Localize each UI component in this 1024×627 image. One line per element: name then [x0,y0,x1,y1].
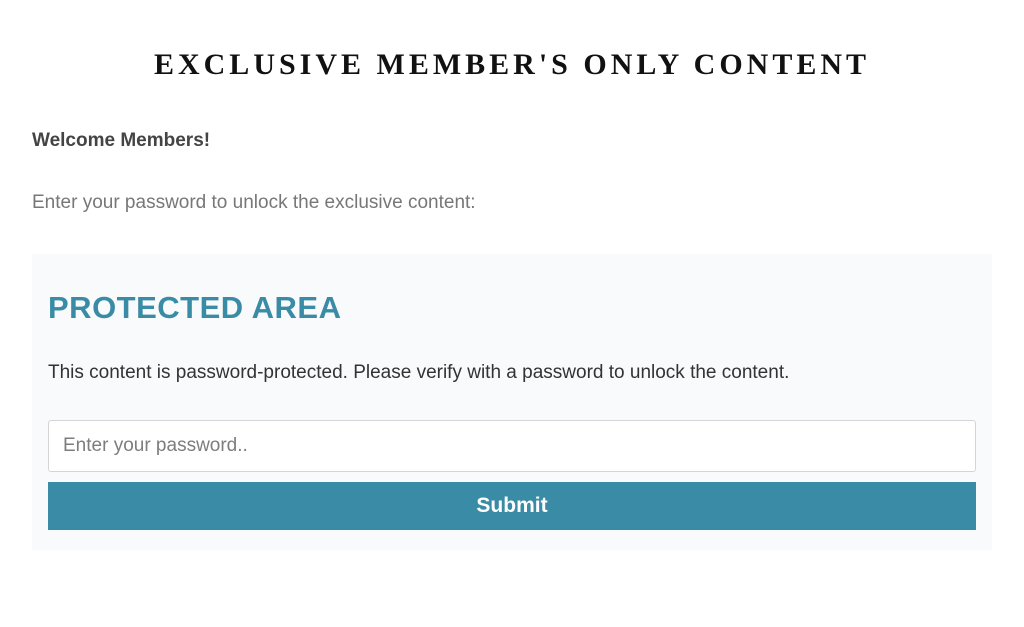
protected-area: PROTECTED AREA This content is password-… [32,254,992,550]
welcome-text: Welcome Members! [32,130,992,152]
page-container: EXCLUSIVE MEMBER'S ONLY CONTENT Welcome … [0,48,1024,550]
protected-description: This content is password-protected. Plea… [48,362,976,384]
submit-button[interactable]: Submit [48,482,976,530]
protected-heading: PROTECTED AREA [48,290,976,326]
page-title: EXCLUSIVE MEMBER'S ONLY CONTENT [32,48,992,82]
password-input[interactable] [48,420,976,472]
instruction-text: Enter your password to unlock the exclus… [32,192,992,214]
